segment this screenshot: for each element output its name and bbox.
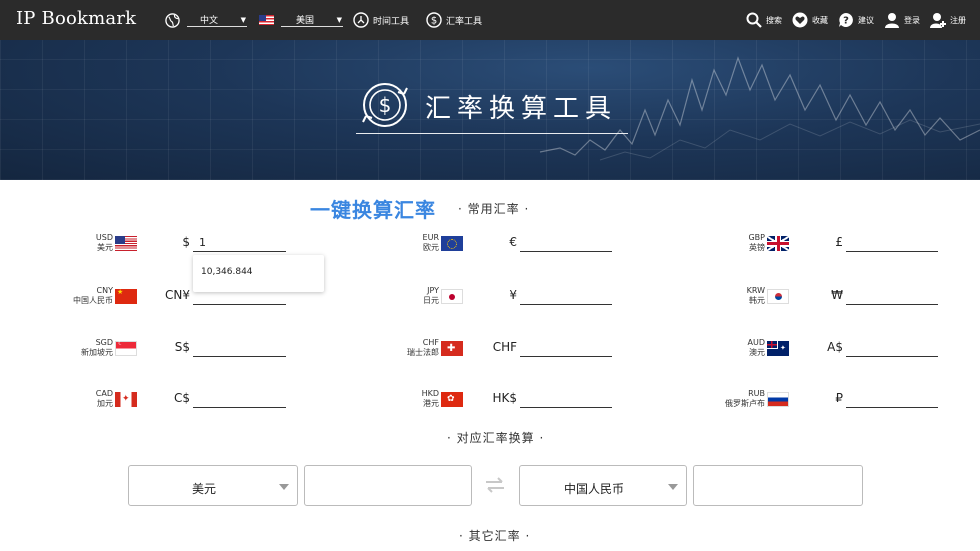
currency-code-label: CHF 瑞士法郎 [407,338,439,357]
chevron-down-icon [668,484,678,490]
globe-icon [165,0,180,40]
from-currency-select[interactable]: 美元 [128,465,298,506]
currency-symbol: CN¥ [165,288,190,302]
to-currency-select[interactable]: 中国人民币 [519,465,687,506]
hero-title-underline [356,133,628,134]
cad-amount-input[interactable] [193,392,286,408]
user-icon [885,13,899,28]
hero-title: 汇率换算工具 [425,94,618,124]
currency-code-label: CNY 中国人民币 [73,286,113,305]
ca-flag-icon [115,392,137,407]
chf-amount-input[interactable] [520,341,612,357]
search-icon [746,12,762,28]
aud-amount-input[interactable] [846,341,938,357]
currency-symbol: HK$ [492,391,517,405]
hero-banner: $ 汇率换算工具 [0,40,980,180]
rub-amount-input[interactable] [846,392,938,408]
kr-flag-icon [767,289,789,304]
eur-amount-input[interactable] [520,236,612,252]
au-flag-icon [767,341,789,356]
brand-logo[interactable]: IP Bookmark [16,8,136,29]
question-bubble-icon: ? [839,13,853,27]
cn-flag-icon [115,288,137,304]
nav-time-tool[interactable]: 时间工具 [353,12,409,28]
currency-symbol: ₽ [835,391,843,405]
currency-code-label: HKD 港元 [421,389,439,408]
currency-code-label: AUD 澳元 [747,338,766,357]
us-flag-icon [115,236,137,251]
currency-symbol: £ [835,235,843,249]
krw-amount-input[interactable] [846,289,938,305]
language-select[interactable]: 中文 ▼ [187,13,247,27]
chevron-down-icon: ▼ [240,15,246,24]
svg-text:$: $ [431,16,437,27]
currency-symbol: € [509,235,517,249]
dollar-cycle-icon: $ [426,12,442,28]
nav-login[interactable]: 登录 [884,12,920,28]
currency-code-label: RUB 俄罗斯卢布 [725,389,765,408]
chevron-down-icon [279,484,289,490]
gb-flag-icon [767,236,789,251]
currency-code-label: EUR 欧元 [422,233,439,252]
user-add-icon [930,13,946,28]
currency-symbol: ¥ [509,288,517,302]
chevron-down-icon: ▼ [336,15,342,24]
us-flag-icon [259,15,274,25]
ru-flag-icon [767,392,789,407]
currency-symbol: ₩ [831,288,843,302]
nav-favorite[interactable]: 收藏 [792,12,828,28]
gbp-amount-input[interactable] [846,236,938,252]
currency-symbol: A$ [827,340,843,354]
nav-register[interactable]: 注册 [930,12,966,28]
currency-exchange-icon: $ [362,83,408,127]
currency-symbol: C$ [173,391,190,405]
svg-text:?: ? [843,16,849,27]
heart-bubble-icon [792,12,808,28]
currency-symbol: $ [182,235,190,249]
currency-code-label: SGD 新加坡元 [81,338,113,357]
currency-code-label: CAD 加元 [95,389,113,408]
pair-conversion-heading: · 对应汇率换算 · [447,431,545,445]
nav-rate-tool[interactable]: $ 汇率工具 [426,12,482,28]
sgd-amount-input[interactable] [193,341,286,357]
currency-symbol: S$ [174,340,190,354]
hk-flag-icon [441,392,463,407]
other-rates-heading: · 其它汇率 · [459,529,531,543]
jpy-amount-input[interactable] [520,289,612,305]
swap-icon[interactable] [484,476,506,494]
ch-flag-icon [441,341,463,356]
svg-text:$: $ [379,93,392,117]
usd-amount-input[interactable]: 1 [193,236,286,252]
sg-flag-icon [115,340,137,356]
currency-code-label: USD 美元 [95,233,113,252]
currency-code-label: KRW 韩元 [746,286,765,305]
common-rates-heading: · 常用汇率 · [458,202,530,216]
currency-code-label: JPY 日元 [423,286,439,305]
currency-code-label: GBP 英镑 [748,233,765,252]
to-amount-input[interactable] [693,465,863,506]
autocomplete-dropdown: 10,346.844 [193,255,324,292]
from-amount-input[interactable] [304,465,472,506]
top-nav: IP Bookmark 中文 ▼ 美国 ▼ 时间工具 $ 汇率工具 搜索 收藏 … [0,0,980,40]
country-select[interactable]: 美国 ▼ [281,13,343,27]
eu-flag-icon [441,236,463,251]
nav-search[interactable]: 搜索 [746,12,782,28]
jp-flag-icon [441,289,463,304]
one-click-heading: 一键换算汇率 [310,198,436,222]
clock-icon [353,12,369,28]
currency-symbol: CHF [492,340,517,354]
nav-suggest[interactable]: ? 建议 [838,12,874,28]
autocomplete-suggestion[interactable]: 10,346.844 [201,267,253,277]
hkd-amount-input[interactable] [520,392,612,408]
